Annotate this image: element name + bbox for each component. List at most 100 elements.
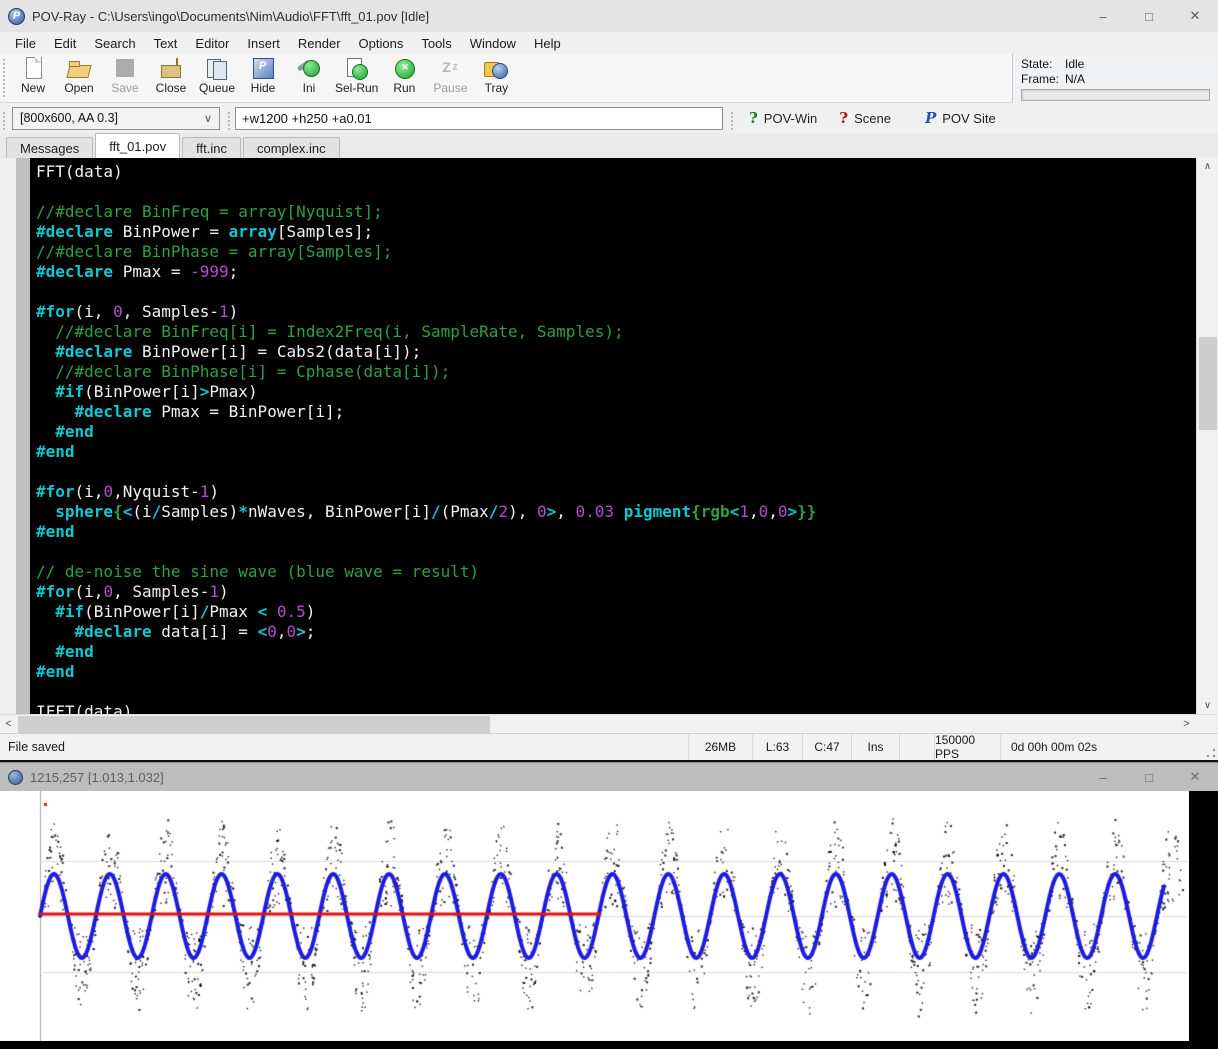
menu-options[interactable]: Options — [350, 34, 413, 53]
frame-line: Frame: N/A — [1021, 72, 1210, 87]
status-bar: File saved 26MB L:63 C:47 Ins 150000 PPS… — [0, 733, 1218, 760]
cmdrow-grip[interactable] — [3, 112, 7, 130]
render-minimize-button[interactable]: – — [1080, 763, 1126, 791]
pov-logo-icon: P — [925, 109, 936, 127]
selrun-button[interactable]: Sel-Run — [332, 54, 381, 95]
code-line: FFT(data) — [36, 162, 1196, 182]
queue-button[interactable]: Queue — [194, 54, 240, 95]
render-window: 1215,257 [1.013,1.032] – □ ✕ — [0, 762, 1218, 1049]
window-title: POV-Ray - C:\Users\ingo\Documents\Nim\Au… — [32, 9, 429, 24]
run-button[interactable]: Run — [381, 54, 427, 95]
render-window-title: 1215,257 [1.013,1.032] — [30, 770, 164, 785]
scroll-down-icon[interactable]: ∨ — [1197, 700, 1218, 711]
povwin-help-label: POV-Win — [764, 111, 817, 126]
open-label: Open — [64, 81, 93, 95]
povray-logo-icon: P — [8, 8, 25, 25]
code-line: //#declare BinFreq = array[Nyquist]; — [36, 202, 1196, 222]
tab-messages[interactable]: Messages — [6, 137, 93, 158]
status-message: File saved — [0, 734, 688, 760]
minimize-button[interactable]: – — [1080, 0, 1126, 32]
scroll-up-icon[interactable]: ∧ — [1197, 161, 1218, 172]
command-line-input[interactable] — [235, 107, 723, 130]
code-line — [36, 682, 1196, 702]
cmdrow-grip3[interactable] — [731, 112, 735, 130]
render-canvas — [0, 791, 1189, 1041]
ini-button[interactable]: Ini — [286, 54, 332, 95]
render-titlebar[interactable]: 1215,257 [1.013,1.032] – □ ✕ — [0, 763, 1218, 791]
status-pps: 150000 PPS — [934, 734, 1000, 760]
code-line: #if(BinPower[i]>Pmax) — [36, 382, 1196, 402]
save-icon — [112, 56, 138, 81]
save-button: Save — [102, 54, 148, 95]
open-button[interactable]: Open — [56, 54, 102, 95]
menu-tools[interactable]: Tools — [412, 34, 460, 53]
code-area[interactable]: FFT(data) //#declare BinFreq = array[Nyq… — [30, 158, 1196, 714]
resize-grip[interactable] — [1206, 748, 1216, 758]
maximize-button[interactable]: □ — [1126, 0, 1172, 32]
render-maximize-button[interactable]: □ — [1126, 763, 1172, 791]
new-label: New — [21, 81, 45, 95]
menu-edit[interactable]: Edit — [45, 34, 85, 53]
editor-tab-bar: Messagesfft_01.povfft.inccomplex.inc — [0, 133, 1218, 158]
editor-margin — [16, 158, 30, 714]
code-line: //#declare BinPhase[i] = Cphase(data[i])… — [36, 362, 1196, 382]
menu-window[interactable]: Window — [461, 34, 525, 53]
tray-button[interactable]: Tray — [473, 54, 519, 95]
code-line: #if(BinPower[i]/Pmax < 0.5) — [36, 602, 1196, 622]
close-button[interactable]: ✕ — [1172, 0, 1218, 32]
new-button[interactable]: New — [10, 54, 56, 95]
horizontal-scroll-thumb[interactable] — [18, 716, 490, 733]
code-line: #declare Pmax = BinPower[i]; — [36, 402, 1196, 422]
scrollbar-corner — [1196, 715, 1218, 733]
render-window-icon — [8, 770, 23, 785]
horizontal-scrollbar[interactable]: < > — [0, 714, 1218, 733]
tab-fft-inc[interactable]: fft.inc — [182, 137, 241, 158]
tab-complex-inc[interactable]: complex.inc — [243, 137, 340, 158]
cmdrow-grip2[interactable] — [228, 112, 232, 130]
state-line: State: Idle — [1021, 57, 1210, 72]
state-label: State: — [1021, 57, 1065, 72]
code-line: #end — [36, 442, 1196, 462]
menu-search[interactable]: Search — [85, 34, 144, 53]
titlebar[interactable]: P POV-Ray - C:\Users\ingo\Documents\Nim\… — [0, 0, 1218, 32]
toolbar-grip[interactable] — [3, 59, 7, 97]
save-label: Save — [111, 81, 138, 95]
hide-button[interactable]: Hide — [240, 54, 286, 95]
tray-label: Tray — [485, 81, 509, 95]
vertical-scroll-thumb[interactable] — [1199, 337, 1217, 430]
menu-insert[interactable]: Insert — [238, 34, 289, 53]
code-line: #end — [36, 642, 1196, 662]
code-editor: FFT(data) //#declare BinFreq = array[Nyq… — [0, 158, 1218, 714]
code-line: #end — [36, 522, 1196, 542]
scroll-right-icon[interactable]: > — [1178, 715, 1195, 733]
menu-editor[interactable]: Editor — [186, 34, 238, 53]
pov-site-button[interactable]: P POV Site — [914, 103, 1007, 133]
scroll-left-icon[interactable]: < — [0, 715, 17, 733]
menu-file[interactable]: File — [6, 34, 45, 53]
code-line: //#declare BinPhase = array[Samples]; — [36, 242, 1196, 262]
closefolder-button[interactable]: Close — [148, 54, 194, 95]
resolution-preset-dropdown[interactable]: [800x600, AA 0.3] ∨ — [12, 107, 220, 130]
povray-main-window: P POV-Ray - C:\Users\ingo\Documents\Nim\… — [0, 0, 1218, 760]
code-line: #end — [36, 422, 1196, 442]
status-blank-cell — [899, 734, 934, 760]
pov-site-label: POV Site — [942, 111, 995, 126]
code-line — [36, 182, 1196, 202]
preset-value: [800x600, AA 0.3] — [20, 111, 118, 125]
vertical-scrollbar[interactable]: ∧ ∨ — [1196, 158, 1218, 714]
code-line — [36, 282, 1196, 302]
menu-help[interactable]: Help — [525, 34, 570, 53]
scene-help-button[interactable]: ? Scene — [828, 103, 902, 133]
queue-label: Queue — [199, 81, 235, 95]
render-close-button[interactable]: ✕ — [1172, 763, 1218, 791]
menu-text[interactable]: Text — [145, 34, 187, 53]
povwin-help-button[interactable]: ? POV-Win — [738, 103, 828, 133]
tab-fft-01-pov[interactable]: fft_01.pov — [95, 133, 180, 158]
main-toolbar: NewOpenSaveCloseQueueHideIniSel-RunRunPa… — [0, 54, 1218, 103]
run-icon — [391, 56, 417, 81]
code-line: sphere{<(i/Samples)*nWaves, BinPower[i]/… — [36, 502, 1196, 522]
status-insert-mode: Ins — [851, 734, 899, 760]
menu-render[interactable]: Render — [289, 34, 350, 53]
pause-sleep-icon — [437, 56, 463, 81]
ini-label: Ini — [303, 81, 316, 95]
